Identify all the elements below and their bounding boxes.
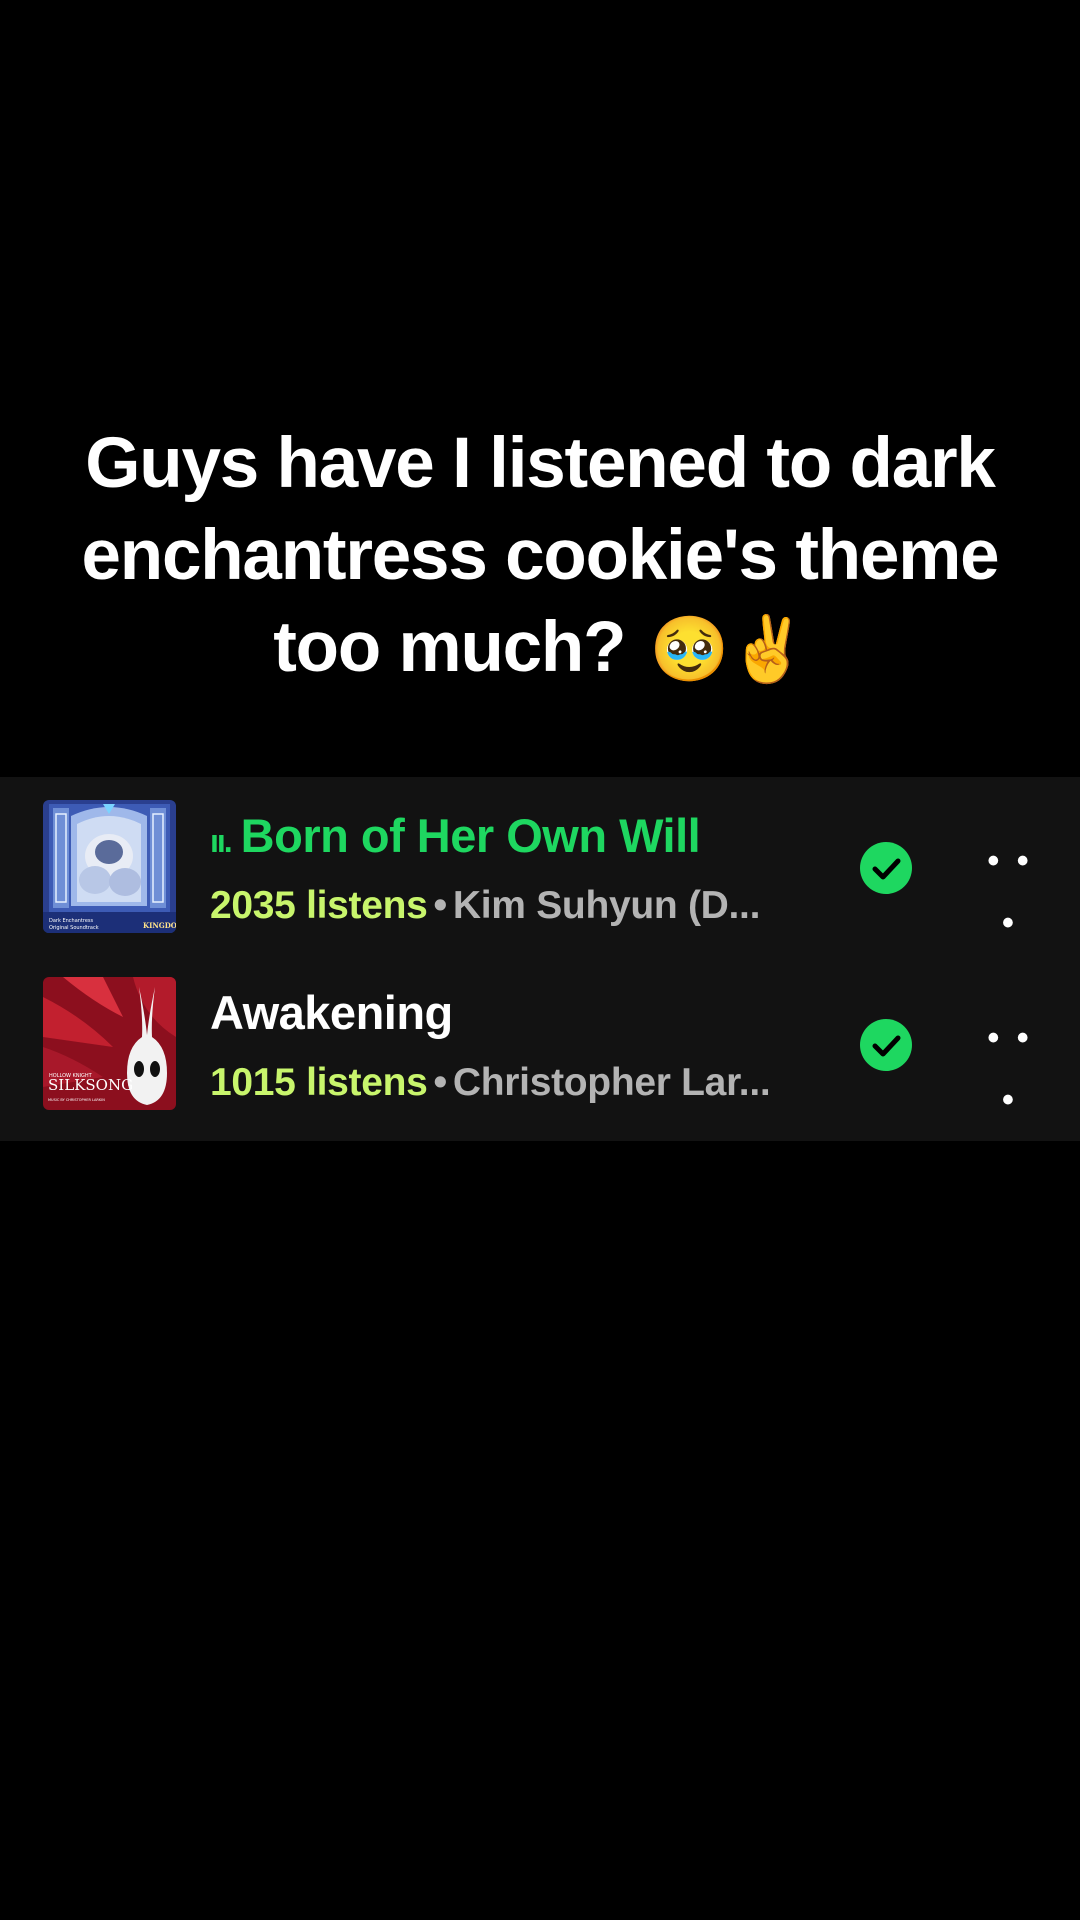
svg-text:MUSIC BY CHRISTOPHER LARKIN: MUSIC BY CHRISTOPHER LARKIN	[48, 1098, 105, 1102]
artist-name: Christopher Lar...	[452, 1061, 771, 1104]
more-options-button[interactable]: • • •	[985, 830, 1035, 942]
artist-name: Kim Suhyun (D...	[452, 884, 761, 927]
separator-dot: •	[433, 1061, 448, 1104]
listen-count: 2035 listens	[210, 884, 428, 927]
track-title: Awakening	[210, 986, 453, 1039]
caption-text: Guys have I listened to dark enchantress…	[81, 424, 1000, 687]
track-list: Dark Enchantress Original Soundtrack KIN…	[0, 777, 1080, 1141]
downloaded-check-icon	[860, 842, 912, 894]
svg-text:KINGDOM: KINGDOM	[143, 921, 176, 930]
track-title: ıı. Born of Her Own Will	[210, 808, 701, 863]
track-row[interactable]: HOLLOW KNIGHT SILKSONG MUSIC BY CHRISTOP…	[0, 977, 1080, 1119]
track-subtitle: 1015 listens • Christopher Lar...	[210, 1061, 771, 1105]
svg-text:SILKSONG: SILKSONG	[48, 1076, 133, 1094]
track-title-text: Born of Her Own Will	[240, 809, 701, 862]
svg-text:Dark Enchantress: Dark Enchantress	[49, 918, 94, 924]
caption-emoji: 🥹✌️	[649, 613, 808, 685]
listen-count: 1015 listens	[210, 1061, 428, 1104]
downloaded-check-icon	[860, 1019, 912, 1071]
svg-text:Original Soundtrack: Original Soundtrack	[49, 925, 99, 931]
album-art-silksong: HOLLOW KNIGHT SILKSONG MUSIC BY CHRISTOP…	[43, 977, 176, 1110]
now-playing-icon: ıı.	[210, 823, 233, 859]
album-art-cookierun: Dark Enchantress Original Soundtrack KIN…	[43, 800, 176, 933]
video-caption: Guys have I listened to dark enchantress…	[40, 418, 1040, 695]
separator-dot: •	[433, 884, 448, 927]
more-options-button[interactable]: • • •	[985, 1007, 1035, 1119]
track-row[interactable]: Dark Enchantress Original Soundtrack KIN…	[0, 800, 1080, 942]
track-subtitle: 2035 listens • Kim Suhyun (D...	[210, 884, 760, 928]
